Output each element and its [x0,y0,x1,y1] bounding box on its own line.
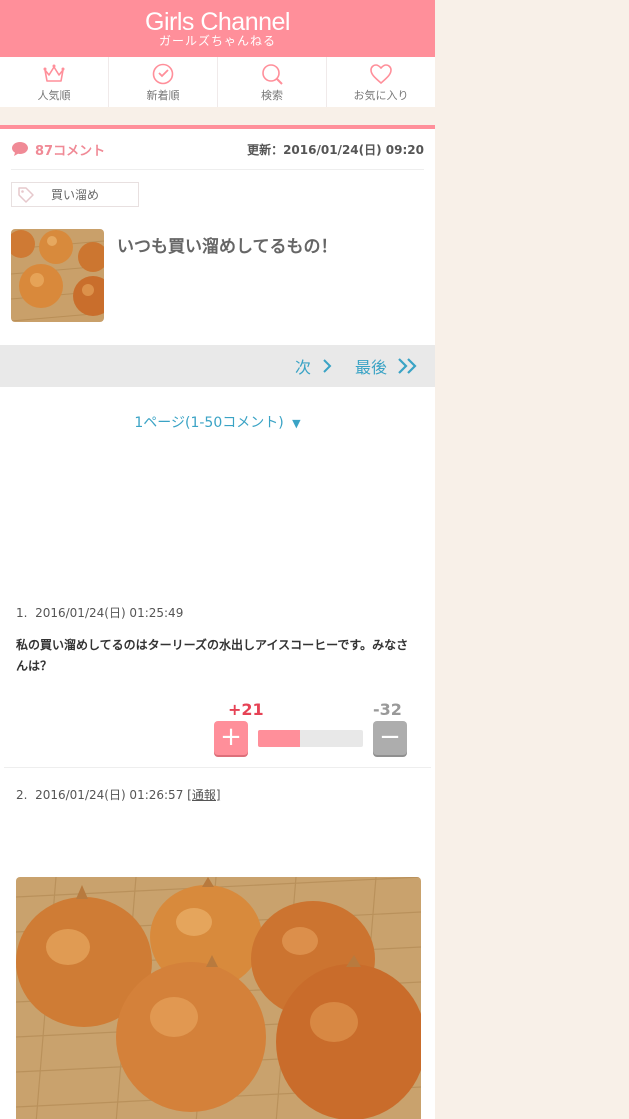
nav-label-search: 検索 [261,89,283,102]
check-circle-icon [152,63,174,85]
comment-photo[interactable] [16,877,421,1119]
comment-divider [4,767,431,768]
updated-time: 更新：2016/01/24(日) 09:20 [247,142,424,157]
page-selector[interactable]: 1ページ(1-50コメント) ▼ [0,412,435,432]
nav-item-favorites[interactable]: お気に入り [327,57,435,107]
topic-meta: 87コメント 更新：2016/01/24(日) 09:20 [11,129,424,170]
comment-count-label: 87コメント [35,143,106,159]
minus-vote-button[interactable]: − [373,721,407,755]
next-page-link[interactable]: 次 [295,354,333,378]
topic-header: いつも買い溜めしてるもの！ [11,229,424,322]
report-link[interactable]: [通報] [187,788,220,802]
pager-bar: 次 最後 [0,345,435,387]
onion-photo-image [16,877,421,1119]
crown-icon [43,64,65,82]
tag-label: 買い溜め [51,188,100,202]
last-page-label: 最後 [354,358,387,377]
site-header: Girls Channel ガールズちゃんねる [0,0,435,57]
comment-date: 2016/01/24(日) 01:26:57 [35,788,184,802]
tag-icon [18,186,34,203]
topic-thumbnail[interactable] [11,229,104,322]
comment-count[interactable]: 87コメント [11,140,105,159]
nav-item-popular[interactable]: 人気順 [0,57,109,107]
site-logo-sub: ガールズちゃんねる [158,34,276,48]
nav-label-new: 新着順 [146,89,180,102]
plus-count: +21 [228,700,264,719]
comment-2: 2. 2016/01/24(日) 01:26:57 [通報] [0,786,435,803]
page-selector-label: 1ページ(1-50コメント) [134,415,284,431]
nav-label-popular: 人気順 [37,89,71,102]
search-icon [262,64,283,85]
last-page-link[interactable]: 最後 [355,354,419,378]
speech-bubble-icon [12,142,28,156]
nav-label-favorites: お気に入り [353,89,409,102]
main-nav: 人気順 新着順 検索 お気に入り [0,57,435,107]
nav-item-search[interactable]: 検索 [218,57,327,107]
chevron-right-icon [323,359,332,373]
onion-thumbnail-image [11,229,104,322]
nav-item-new[interactable]: 新着順 [109,57,218,107]
next-page-label: 次 [294,358,311,377]
heart-icon [370,64,392,85]
page: Girls Channel ガールズちゃんねる 人気順 新着順 検索 お気に入り… [0,0,435,1119]
comment-number: 1. [16,606,28,620]
comment-meta: 1. 2016/01/24(日) 01:25:49 [16,604,419,621]
comment-body: 私の買い溜めしてるのはターリーズの水出しアイスコーヒーです。みなさんは？ [16,638,409,673]
comment-number: 2. [16,788,28,802]
vote-area: +21 -32 + − [16,697,419,767]
vote-ratio-bar [258,730,363,747]
section-gap [0,107,435,125]
dropdown-arrow-icon: ▼ [292,417,301,430]
comment-1: 1. 2016/01/24(日) 01:25:49 私の買い溜めしてるのはターリ… [0,604,435,767]
topic-title: いつも買い溜めしてるもの！ [117,237,338,257]
comment-date: 2016/01/24(日) 01:25:49 [35,606,184,620]
minus-count: -32 [373,700,402,719]
tag-chip[interactable]: 買い溜め [11,182,139,207]
vote-ratio-fill [258,730,300,747]
double-chevron-right-icon [398,358,417,374]
plus-vote-button[interactable]: + [214,721,248,755]
comment-meta: 2. 2016/01/24(日) 01:26:57 [通報] [16,786,419,803]
